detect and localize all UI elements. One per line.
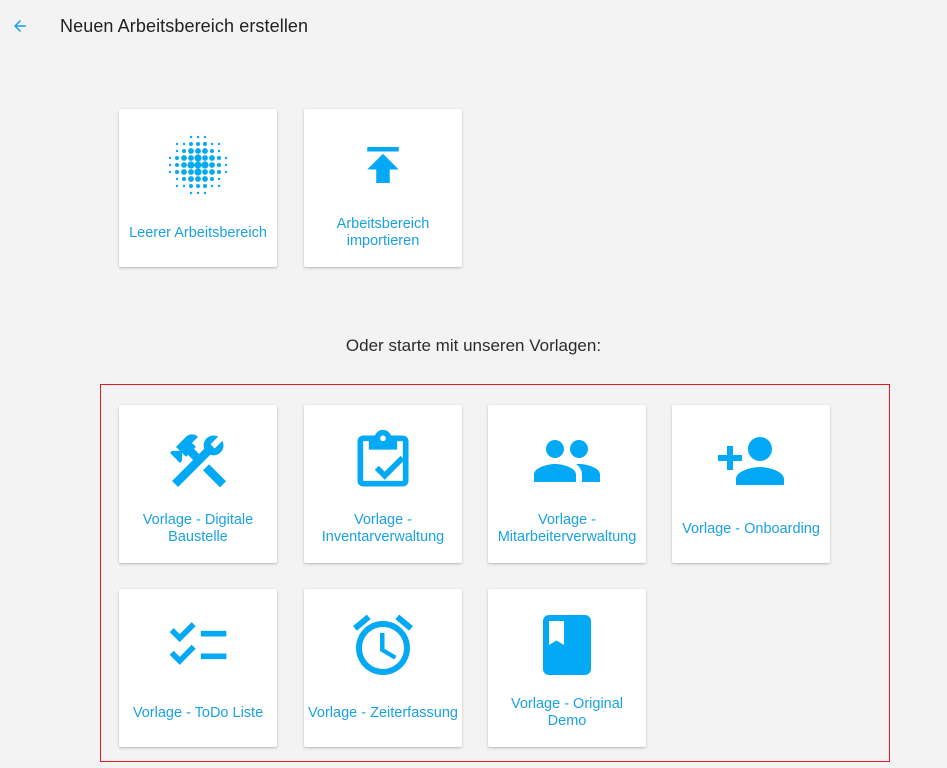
card-label: Arbeitsbereich importieren [336,216,430,249]
template-card-todo-liste[interactable]: Vorlage - ToDo Liste [119,589,277,747]
header: Neuen Arbeitsbereich erstellen [0,0,947,54]
book-icon [488,613,646,677]
card-label: Vorlage - Zeiterfassung [308,704,458,721]
template-card-original-demo[interactable]: Vorlage - Original Demo [488,589,646,747]
checklist-icon [119,613,277,677]
card-label: Vorlage - Mitarbeiterverwaltung [497,512,637,545]
import-workspace-card[interactable]: Arbeitsbereich importieren [304,109,462,267]
arrow-left-icon [14,20,26,32]
card-label: Vorlage - Original Demo [510,696,624,729]
card-label: Vorlage - ToDo Liste [132,704,264,721]
card-label: Vorlage - Inventarverwaltung [321,512,445,545]
template-card-zeiterfassung[interactable]: Vorlage - Zeiterfassung [304,589,462,747]
template-card-digitale-baustelle[interactable]: Vorlage - Digitale Baustelle [119,405,277,563]
card-label: Vorlage - Onboarding [682,520,820,537]
page-title: Neuen Arbeitsbereich erstellen [60,16,309,36]
person-add-icon [672,429,830,493]
alarm-clock-icon [304,613,462,677]
people-icon [488,429,646,493]
blank-workspace-card[interactable]: Leerer Arbeitsbereich [119,109,277,267]
back-button[interactable] [6,12,34,40]
construction-tools-icon [119,429,277,493]
clipboard-check-icon [304,429,462,493]
template-card-inventarverwaltung[interactable]: Vorlage - Inventarverwaltung [304,405,462,563]
template-card-mitarbeiterverwaltung[interactable]: Vorlage - Mitarbeiterverwaltung [488,405,646,563]
upload-icon [304,133,462,197]
template-card-onboarding[interactable]: Vorlage - Onboarding [672,405,830,563]
blank-grid-icon [119,133,277,197]
card-label: Leerer Arbeitsbereich [129,224,267,241]
templates-heading: Oder starte mit unseren Vorlagen: [345,336,602,355]
card-label: Vorlage - Digitale Baustelle [142,512,254,545]
